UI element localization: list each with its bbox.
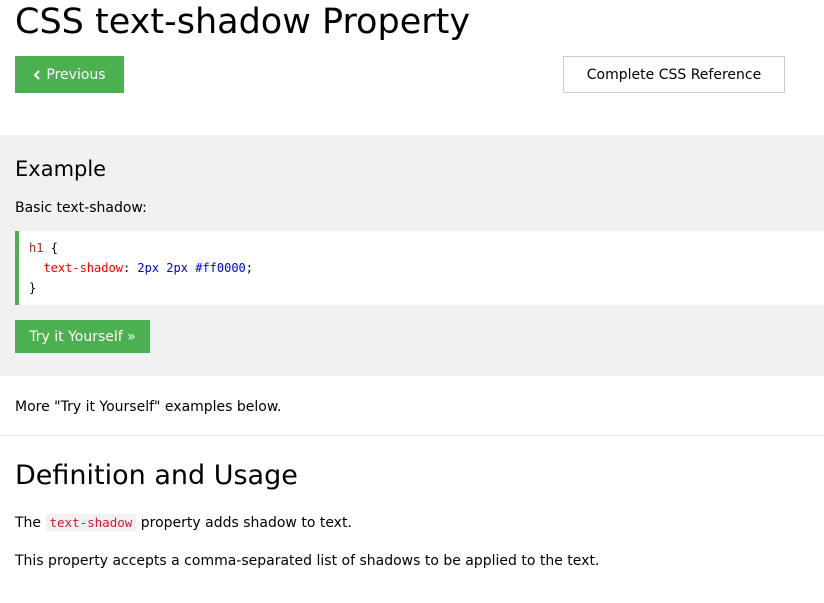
definition-paragraph-2: This property accepts a comma-separated … — [15, 553, 600, 569]
code-close-brace: } — [29, 281, 37, 295]
previous-button-label: Previous — [46, 66, 106, 83]
code-semicolon: ; — [245, 261, 254, 275]
code-selector: h1 — [29, 241, 44, 255]
example-heading: Example — [15, 157, 107, 181]
code-open-brace: { — [50, 241, 58, 255]
complete-css-reference-label: Complete CSS Reference — [586, 66, 762, 83]
code-property: text-shadow — [43, 261, 123, 275]
try-it-yourself-button[interactable]: Try it Yourself » — [15, 320, 150, 353]
definition-heading: Definition and Usage — [15, 460, 298, 491]
code-value: 2px 2px #ff0000 — [137, 261, 246, 275]
chevron-left-icon — [33, 69, 41, 80]
more-examples-text: More "Try it Yourself" examples below. — [15, 399, 282, 415]
definition-paragraph-1: The text-shadow property adds shadow to … — [15, 513, 352, 533]
definition-line1-prefix: The — [15, 515, 46, 531]
page-title: CSS text-shadow Property — [15, 2, 471, 42]
code-example: h1 { text-shadow: 2px 2px #ff0000; } — [15, 231, 824, 305]
code-colon: : — [122, 261, 131, 275]
example-description: Basic text-shadow: — [15, 200, 147, 216]
definition-line1-suffix: property adds shadow to text. — [136, 515, 352, 531]
section-divider — [0, 435, 824, 436]
try-it-yourself-label: Try it Yourself » — [29, 328, 136, 345]
inline-code-text-shadow: text-shadow — [45, 514, 137, 531]
complete-css-reference-button[interactable]: Complete CSS Reference — [563, 56, 785, 93]
previous-button[interactable]: Previous — [15, 56, 124, 93]
